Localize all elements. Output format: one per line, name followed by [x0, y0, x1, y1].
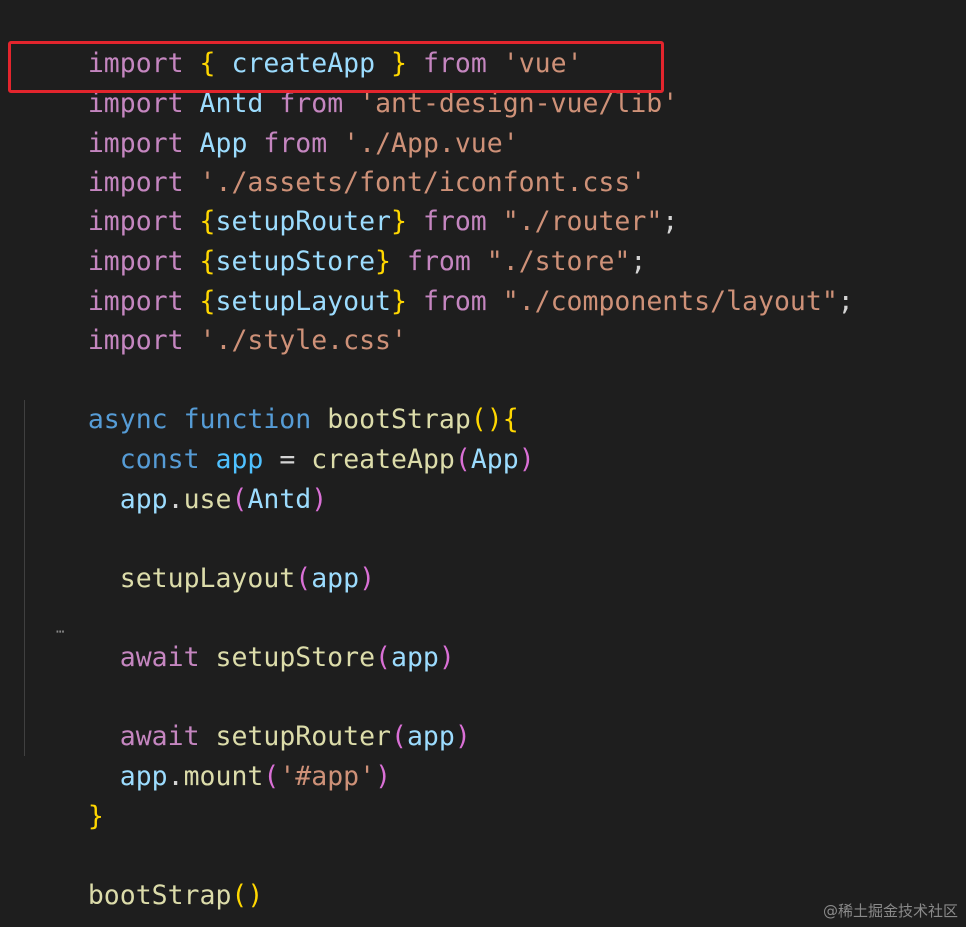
function-call-setupLayout: setupLayout: [119, 563, 296, 594]
identifier-app: app: [311, 563, 360, 594]
code-line-6[interactable]: import {setupStore} from "./store";: [24, 202, 647, 277]
identifier-App: App: [470, 444, 519, 475]
paren-close: ): [375, 761, 392, 792]
method-use: use: [183, 484, 232, 515]
code-line-10[interactable]: async function bootStrap(){: [24, 360, 519, 435]
code-line-5[interactable]: import {setupRouter} from "./router";: [24, 162, 678, 237]
method-mount: mount: [183, 761, 264, 792]
code-line-19[interactable]: app.mount('#app'): [24, 717, 391, 792]
code-line-7[interactable]: import {setupLayout} from "./components/…: [24, 242, 854, 317]
function-call-setupStore: setupStore: [215, 642, 376, 673]
function-call-bootStrap: bootStrap: [87, 880, 232, 911]
identifier-app: app: [406, 721, 455, 752]
identifier-app: app: [119, 761, 168, 792]
keyword-await: await: [119, 642, 200, 673]
code-editor[interactable]: import { createApp } from 'vue' import A…: [0, 0, 966, 927]
paren-close: ): [311, 484, 328, 515]
suggestion-dots-icon[interactable]: ⋯: [56, 625, 76, 639]
watermark: @稀土掘金技术社区: [822, 902, 958, 920]
string-module: './style.css': [199, 325, 407, 356]
code-line-16[interactable]: await setupStore(app): [24, 598, 455, 673]
code-line-3[interactable]: import App from './App.vue': [24, 84, 519, 159]
keyword-import: import: [87, 325, 184, 356]
dot: .: [167, 484, 184, 515]
brace-close: }: [87, 801, 104, 832]
identifier-Antd: Antd: [247, 484, 312, 515]
keyword-from: from: [422, 286, 487, 317]
function-call-createApp: createApp: [311, 444, 455, 475]
paren-close: ): [438, 642, 455, 673]
code-line-12[interactable]: app.use(Antd): [24, 440, 327, 515]
code-line-11[interactable]: const app = createApp(App): [24, 400, 535, 475]
code-line-18[interactable]: await setupRouter(app): [24, 677, 471, 752]
code-line-8[interactable]: import './style.css': [24, 281, 407, 356]
code-line-22[interactable]: bootStrap(): [24, 836, 264, 911]
paren-close: ): [518, 444, 535, 475]
identifier-app: app: [119, 484, 168, 515]
code-line-20[interactable]: }: [24, 757, 104, 832]
string-selector: '#app': [279, 761, 376, 792]
paren-open: (: [231, 484, 248, 515]
paren-open: (: [375, 642, 392, 673]
string-module: "./components/layout": [502, 286, 838, 317]
paren-open: (: [391, 721, 407, 752]
code-line-1[interactable]: import { createApp } from 'vue': [24, 4, 583, 79]
paren-open: (: [263, 761, 280, 792]
paren-open: (: [295, 563, 312, 594]
paren-close: ): [359, 563, 376, 594]
paren-close: ): [247, 880, 264, 911]
paren-open: (: [454, 444, 471, 475]
code-line-4[interactable]: import './assets/font/iconfont.css': [24, 123, 646, 198]
paren-close: ): [454, 721, 471, 752]
paren-open: (: [231, 880, 248, 911]
semicolon: ;: [837, 286, 854, 317]
semicolon: ;: [662, 206, 679, 237]
code-line-14[interactable]: setupLayout(app): [24, 519, 375, 594]
dot: .: [167, 761, 184, 792]
identifier-app: app: [391, 642, 439, 673]
